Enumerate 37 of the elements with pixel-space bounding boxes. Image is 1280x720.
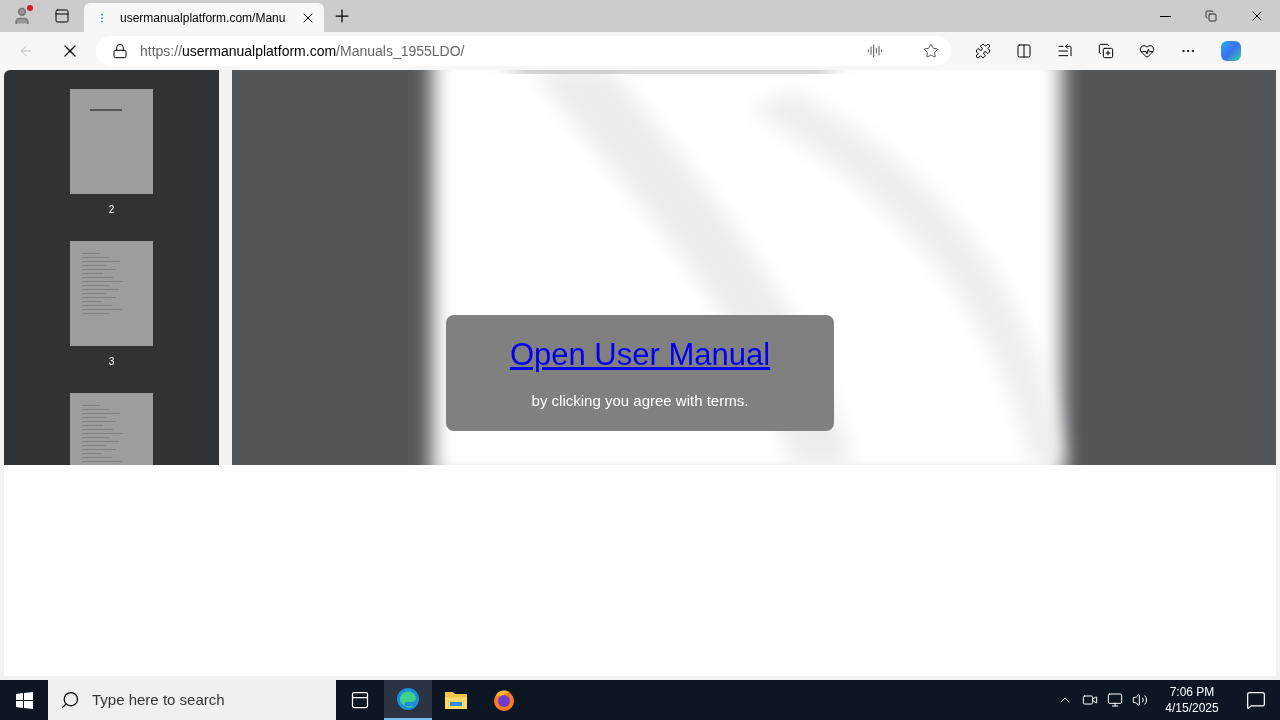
taskbar-search-field[interactable]: Type here to search (48, 680, 336, 720)
copilot-icon[interactable] (1221, 41, 1241, 61)
folder-icon (444, 689, 468, 711)
page-number: 2 (108, 203, 115, 217)
page-thumbnail[interactable] (70, 89, 153, 194)
browser-tab[interactable]: usermanualplatform.com/Manu (84, 3, 324, 32)
search-icon (60, 690, 80, 710)
page-thumbnail[interactable] (70, 241, 153, 346)
search-placeholder: Type here to search (92, 689, 225, 710)
read-aloud-icon (867, 43, 883, 59)
tab-actions-icon (54, 8, 70, 24)
browser-essentials-icon (1139, 43, 1155, 59)
tab-title: usermanualplatform.com/Manu (120, 9, 287, 27)
favorites-icon (1057, 43, 1073, 59)
page-number: 3 (108, 355, 115, 369)
clock[interactable]: 7:06 PM 4/15/2025 (1152, 684, 1232, 716)
minimize-icon[interactable] (1159, 15, 1171, 17)
lock-icon (112, 43, 128, 59)
back-icon (18, 43, 34, 59)
task-view-icon (350, 690, 370, 710)
volume-icon (1132, 692, 1148, 708)
browser-icon (396, 687, 420, 711)
url-text: https://usermanualplatform.com/Manuals_1955LDO/ (140, 41, 466, 61)
restore-icon (1205, 10, 1217, 22)
network-icon (1107, 692, 1123, 708)
address-bar[interactable]: https://usermanualplatform.com/Manuals_1955LDO/ (96, 36, 951, 66)
terms-note: by clicking you agree with terms. (531, 391, 749, 411)
windows-icon[interactable] (15, 691, 33, 709)
camera-icon (1082, 692, 1098, 708)
split-screen-icon (1016, 43, 1032, 59)
profile-icon[interactable] (12, 6, 32, 26)
favorite-icon (923, 43, 939, 59)
notifications-icon (1246, 690, 1266, 710)
firefox-icon (492, 688, 516, 712)
taskbar-app[interactable] (384, 680, 432, 720)
collections-icon (1098, 43, 1114, 59)
extensions-icon (975, 43, 991, 59)
